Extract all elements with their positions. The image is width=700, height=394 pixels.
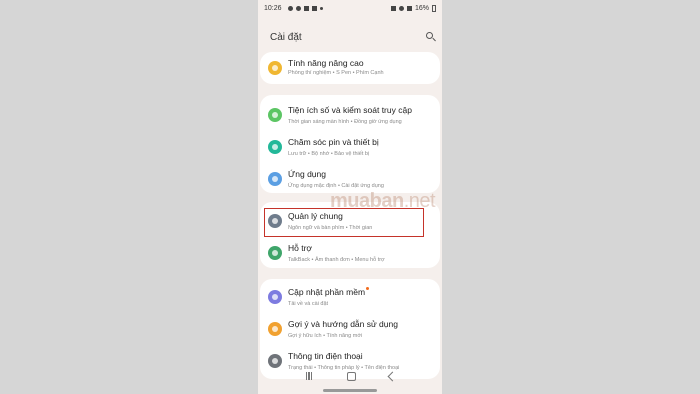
tips-icon bbox=[268, 322, 282, 336]
software-update-icon bbox=[268, 290, 282, 304]
status-time: 10:26 bbox=[264, 4, 282, 12]
settings-item-label: Gợi ý và hướng dẫn sử dụng bbox=[288, 319, 398, 329]
digital-wellbeing-icon bbox=[268, 108, 282, 122]
settings-item-subtitle: Thời gian sáng màn hình • Đồng giờ ứng d… bbox=[288, 119, 402, 125]
general-management-icon bbox=[268, 214, 282, 228]
page-header: Cài đặt bbox=[270, 29, 438, 45]
settings-item-label: Hỗ trợ bbox=[288, 243, 312, 253]
settings-item-subtitle: Tải về và cài đặt bbox=[288, 301, 329, 307]
gallery-icon bbox=[303, 5, 309, 11]
google-icon bbox=[287, 5, 293, 11]
settings-item-accessibility[interactable]: Hỗ trợ TalkBack • Âm thanh đơn • Menu hỗ… bbox=[260, 236, 440, 268]
mute-icon bbox=[390, 5, 396, 11]
settings-item-advanced-features[interactable]: Tính năng nâng cao Phòng thí nghiệm • S … bbox=[260, 52, 440, 84]
settings-group-3: Quản lý chung Ngôn ngữ và bàn phím • Thờ… bbox=[260, 202, 440, 268]
settings-item-label: Cập nhật phần mềm bbox=[288, 287, 370, 297]
status-bar: 10:26 16% bbox=[258, 0, 442, 16]
dot-icon bbox=[319, 6, 323, 10]
recent-apps-icon[interactable] bbox=[305, 372, 314, 381]
device-care-icon bbox=[268, 140, 282, 154]
settings-item-tips[interactable]: Gợi ý và hướng dẫn sử dụng Gợi ý hữu ích… bbox=[260, 312, 440, 348]
back-icon[interactable] bbox=[387, 371, 397, 381]
advanced-features-icon bbox=[268, 61, 282, 75]
settings-item-device-care[interactable]: Chăm sóc pin và thiết bị Lưu trữ • Bộ nh… bbox=[260, 130, 440, 166]
settings-item-general-management[interactable]: Quản lý chung Ngôn ngữ và bàn phím • Thờ… bbox=[260, 204, 440, 236]
accessibility-icon bbox=[268, 246, 282, 260]
wifi-icon bbox=[398, 5, 404, 11]
notification-icon bbox=[311, 5, 317, 11]
settings-item-software-update[interactable]: Cập nhật phần mềm Tải về và cài đặt bbox=[260, 280, 440, 316]
settings-item-subtitle: Gợi ý hữu ích • Tính năng mới bbox=[288, 333, 363, 339]
page-title: Cài đặt bbox=[270, 31, 302, 43]
apps-icon bbox=[268, 172, 282, 186]
settings-group-1: Tính năng nâng cao Phòng thí nghiệm • S … bbox=[260, 52, 440, 84]
settings-item-subtitle: Ứng dụng mặc định • Cài đặt ứng dụng bbox=[288, 183, 384, 189]
settings-item-label-text: Cập nhật phần mềm bbox=[288, 287, 366, 297]
settings-item-subtitle: Phòng thí nghiệm • S Pen • Phím Cạnh bbox=[288, 70, 384, 76]
search-icon[interactable] bbox=[424, 30, 438, 44]
settings-item-subtitle: TalkBack • Âm thanh đơn • Menu hỗ trợ bbox=[288, 257, 385, 263]
settings-item-apps[interactable]: Ứng dụng Ứng dụng mặc định • Cài đặt ứng… bbox=[260, 162, 440, 193]
settings-item-label: Chăm sóc pin và thiết bị bbox=[288, 137, 379, 147]
scroll-indicator bbox=[323, 389, 377, 392]
settings-item-label: Quản lý chung bbox=[288, 211, 343, 221]
settings-item-label: Tính năng nâng cao bbox=[288, 58, 364, 68]
update-badge bbox=[366, 287, 370, 290]
settings-item-subtitle: Ngôn ngữ và bàn phím • Thời gian bbox=[288, 225, 373, 231]
settings-item-label: Ứng dụng bbox=[288, 169, 326, 179]
settings-item-label: Tiện ích số và kiểm soát truy cập bbox=[288, 105, 412, 115]
battery-icon bbox=[432, 4, 436, 12]
signal-icon bbox=[406, 5, 412, 11]
location-icon bbox=[295, 5, 301, 11]
phone-screen: 10:26 16% Cài đặt Tính năng nâng cao Phò… bbox=[258, 0, 442, 394]
settings-group-2: Tiện ích số và kiểm soát truy cập Thời g… bbox=[260, 95, 440, 193]
home-icon[interactable] bbox=[346, 371, 356, 381]
settings-item-digital-wellbeing[interactable]: Tiện ích số và kiểm soát truy cập Thời g… bbox=[260, 98, 440, 134]
battery-percent: 16% bbox=[414, 4, 429, 12]
settings-item-subtitle: Lưu trữ • Bộ nhớ • Bảo vệ thiết bị bbox=[288, 151, 370, 157]
